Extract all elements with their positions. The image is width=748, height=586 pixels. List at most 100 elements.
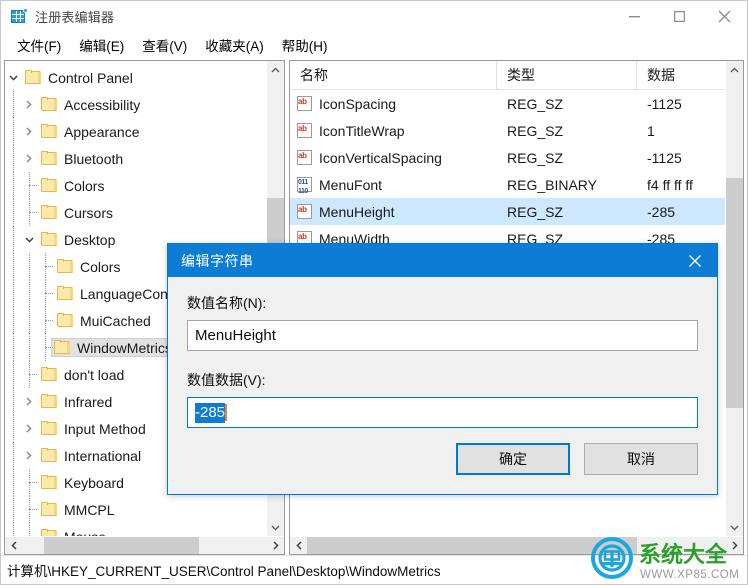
tree-item-content[interactable]: Input Method	[37, 418, 154, 439]
table-row[interactable]: ab IconTitleWrap REG_SZ 1	[290, 117, 725, 144]
menu-favorites[interactable]: 收藏夹(A)	[196, 32, 273, 59]
tree-leaf-guide	[37, 307, 53, 334]
menu-help[interactable]: 帮助(H)	[273, 32, 337, 59]
folder-icon	[57, 313, 74, 328]
tree-item-content[interactable]: Desktop	[37, 229, 123, 250]
tree-item-appearance[interactable]: Appearance	[5, 118, 266, 145]
edit-string-dialog: 编辑字符串 数值名称(N): MenuHeight 数值数据(V): -285 …	[167, 243, 718, 495]
close-button[interactable]	[702, 1, 747, 32]
tree-item-label: Input Method	[64, 420, 146, 437]
tree-scroll-right-button[interactable]	[267, 537, 284, 554]
tree-item-content[interactable]: Colors	[53, 256, 128, 277]
value-name-input[interactable]: MenuHeight	[187, 320, 698, 351]
menu-file[interactable]: 文件(F)	[8, 32, 70, 59]
tree-item-content[interactable]: WindowMetrics	[51, 338, 179, 357]
cancel-button[interactable]: 取消	[584, 443, 698, 475]
tree-item-label: Cursors	[64, 204, 114, 221]
table-row[interactable]: ab IconVerticalSpacing REG_SZ -1125	[290, 144, 725, 171]
tree-scroll-up-button[interactable]	[267, 61, 284, 78]
tree-item-content[interactable]: Colors	[37, 175, 112, 196]
chevron-right-icon[interactable]	[21, 124, 37, 140]
tree-hscroll-track[interactable]	[22, 537, 267, 554]
tree-scroll-down-button[interactable]	[267, 519, 284, 536]
value-data-input[interactable]: -285	[187, 397, 698, 428]
tree-item-content[interactable]: Control Panel	[21, 67, 141, 88]
tree-item-content[interactable]: Keyboard	[37, 472, 132, 493]
close-icon	[688, 254, 701, 267]
folder-icon	[57, 259, 74, 274]
tree-item-control-panel[interactable]: Control Panel	[5, 64, 266, 91]
tree-item-mmcpl[interactable]: MMCPL	[5, 496, 266, 523]
folder-icon	[25, 70, 42, 85]
listview-scroll-left-button[interactable]	[290, 537, 307, 554]
close-icon	[718, 10, 731, 23]
tree-item-accessibility[interactable]: Accessibility	[5, 91, 266, 118]
menu-edit[interactable]: 编辑(E)	[70, 32, 133, 59]
tree-item-content[interactable]: Bluetooth	[37, 148, 131, 169]
table-row[interactable]: ab IconSpacing REG_SZ -1125	[290, 90, 725, 117]
chevron-right-icon[interactable]	[21, 394, 37, 410]
listview-scroll-right-button[interactable]	[726, 537, 743, 554]
chevron-down-icon[interactable]	[21, 232, 37, 248]
tree-item-label: Colors	[64, 177, 105, 194]
table-row[interactable]: 011 110 MenuFont REG_BINARY f4 ff ff ff	[290, 171, 725, 198]
listview-scroll-track[interactable]	[726, 78, 743, 519]
window-controls	[612, 1, 747, 32]
tree-item-label: Accessibility	[64, 96, 141, 113]
registry-path-text: 计算机\HKEY_CURRENT_USER\Control Panel\Desk…	[7, 564, 441, 579]
listview-vertical-scrollbar[interactable]	[725, 61, 743, 536]
column-header-data[interactable]: 数据	[637, 61, 725, 89]
tree-item-bluetooth[interactable]: Bluetooth	[5, 145, 266, 172]
listview-horizontal-scrollbar[interactable]	[290, 536, 743, 554]
table-row[interactable]: ab MenuHeight REG_SZ -285	[290, 198, 725, 225]
tree-item-content[interactable]: don't load	[37, 364, 132, 385]
tree-item-content[interactable]: MuiCached	[53, 310, 159, 331]
tree-item-content[interactable]: Mouse	[37, 526, 114, 536]
listview-hscroll-thumb[interactable]	[307, 537, 637, 554]
value-data-cell-text: 1	[647, 122, 655, 139]
tree-item-cursors[interactable]: Cursors	[5, 199, 266, 226]
cell-data: f4 ff ff ff	[637, 177, 725, 193]
tree-item-content[interactable]: Infrared	[37, 391, 120, 412]
chevron-right-icon	[273, 541, 279, 550]
chevron-right-icon[interactable]	[21, 97, 37, 113]
minimize-icon	[629, 16, 640, 18]
menu-bar: 文件(F) 编辑(E) 查看(V) 收藏夹(A) 帮助(H)	[1, 32, 747, 58]
tree-item-content[interactable]: International	[37, 445, 149, 466]
listview-scroll-down-button[interactable]	[726, 519, 743, 536]
tree-indent-guide	[5, 523, 21, 536]
ok-button[interactable]: 确定	[456, 443, 570, 475]
column-header-type[interactable]: 类型	[497, 61, 637, 89]
tree-item-content[interactable]: Cursors	[37, 202, 121, 223]
tree-item-mouse[interactable]: Mouse	[5, 523, 266, 536]
column-header-name[interactable]: 名称	[290, 61, 497, 89]
tree-item-content[interactable]: Accessibility	[37, 94, 148, 115]
tree-item-content[interactable]: MMCPL	[37, 499, 123, 520]
tree-item-content[interactable]: Appearance	[37, 121, 148, 142]
tree-leaf-guide	[37, 334, 53, 361]
chevron-right-icon[interactable]	[21, 151, 37, 167]
string-value-icon: ab	[297, 95, 312, 112]
tree-scroll-left-button[interactable]	[5, 537, 22, 554]
tree-leaf-guide	[21, 199, 37, 226]
tree-horizontal-scrollbar[interactable]	[5, 536, 284, 554]
cell-name: 011 110 MenuFont	[290, 176, 497, 193]
chevron-down-icon[interactable]	[5, 70, 21, 86]
tree-item-colors[interactable]: Colors	[5, 172, 266, 199]
maximize-button[interactable]	[657, 1, 702, 32]
value-name-cell-text: MenuFont	[319, 176, 383, 193]
menu-view[interactable]: 查看(V)	[133, 32, 196, 59]
listview-scroll-up-button[interactable]	[726, 61, 743, 78]
listview-scroll-thumb[interactable]	[726, 178, 743, 408]
minimize-button[interactable]	[612, 1, 657, 32]
chevron-right-icon[interactable]	[21, 421, 37, 437]
tree-item-label: MMCPL	[64, 501, 115, 518]
chevron-right-icon[interactable]	[21, 448, 37, 464]
folder-icon	[41, 151, 58, 166]
tree-indent-guide	[5, 307, 21, 334]
tree-leaf-guide	[37, 253, 53, 280]
value-type-cell-text: REG_BINARY	[507, 176, 597, 193]
dialog-close-button[interactable]	[672, 244, 717, 277]
listview-hscroll-track[interactable]	[307, 537, 726, 554]
tree-hscroll-thumb[interactable]	[44, 537, 199, 554]
